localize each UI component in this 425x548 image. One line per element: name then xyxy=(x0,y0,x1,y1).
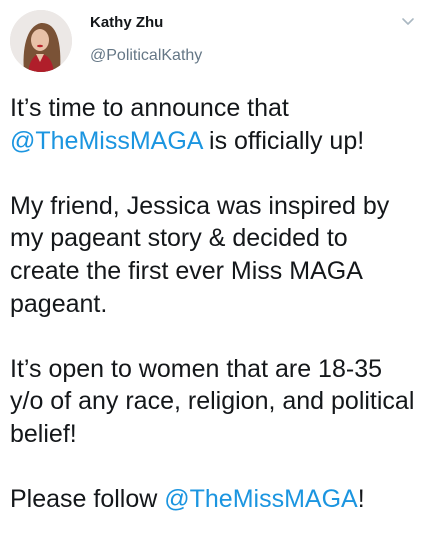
tweet-paragraph: It’s open to women that are 18-35 y/o of… xyxy=(10,354,415,448)
tweet-text-segment: is officially up! xyxy=(202,126,365,155)
mention-link[interactable]: @TheMissMAGA xyxy=(10,127,202,155)
tweet-text-segment: Please follow xyxy=(10,485,165,514)
avatar[interactable] xyxy=(10,10,72,72)
tweet-paragraph: Please follow @TheMissMAGA! xyxy=(10,483,420,516)
display-name[interactable]: Kathy Zhu xyxy=(90,14,163,31)
tweet-paragraph: It’s time to announce that @TheMissMAGA … xyxy=(10,92,420,157)
tweet-card: Kathy Zhu @PoliticalKathy It’s time to a… xyxy=(0,0,425,540)
tweet-text-segment: It’s time to announce that xyxy=(10,94,289,122)
user-handle[interactable]: @PoliticalKathy xyxy=(90,47,202,65)
tweet-paragraph: My friend, Jessica was inspired by my pa… xyxy=(10,191,390,318)
chevron-down-icon[interactable] xyxy=(398,14,418,30)
mention-link[interactable]: @TheMissMAGA xyxy=(164,485,357,513)
tweet-text: It’s time to announce that @TheMissMAGA … xyxy=(10,92,420,548)
tweet-text-segment: ! xyxy=(357,485,365,514)
